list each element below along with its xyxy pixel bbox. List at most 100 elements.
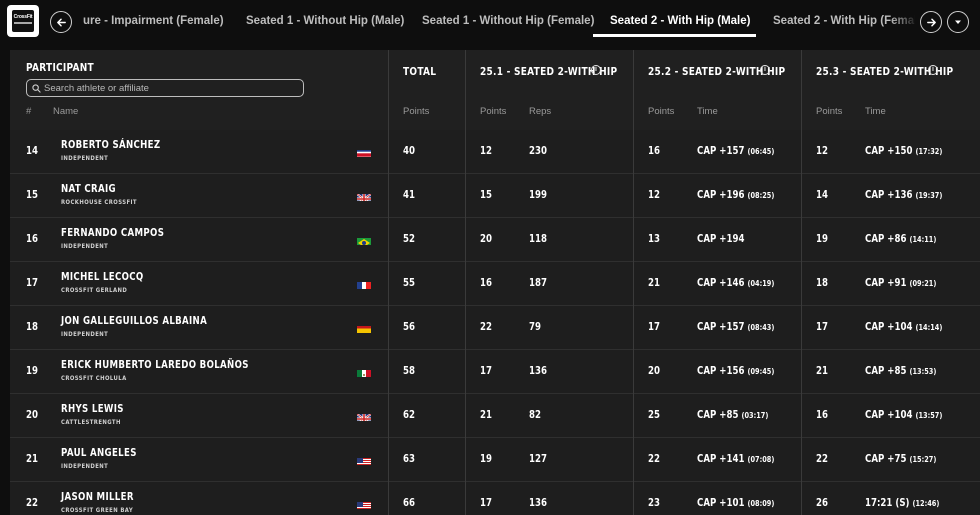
w1-reps-cell: 230 [529,145,547,157]
w2-time: (08:43) [747,323,775,332]
w1-points-cell: 21 [480,409,492,421]
table-row[interactable]: 17 MICHEL LECOCQ CROSSFIT GERLAND 55 16 … [10,262,980,306]
w1-reps-cell: 82 [529,409,541,421]
w3-time-subheader: Time [865,106,886,117]
division-tabs: ure - Impairment (Female) Seated 1 - Wit… [75,0,915,40]
tab-seated1-without-hip-female[interactable]: Seated 1 - Without Hip (Female) [422,15,594,27]
w2-points-cell: 16 [648,145,660,157]
info-icon[interactable]: i [760,65,770,75]
crossfit-logo[interactable]: CrossFit [7,5,39,37]
w3-result: CAP +104 [865,321,913,333]
athlete-name[interactable]: ERICK HUMBERTO LAREDO BOLAÑOS [61,359,290,371]
w3-points-cell: 21 [816,365,828,377]
affiliate-name: INDEPENDENT [61,330,109,338]
w2-time: (06:45) [747,147,775,156]
w3-points-subheader: Points [816,106,843,117]
w3-time: (13:57) [915,411,943,420]
table-row[interactable]: 15 NAT CRAIG ROCKHOUSE CROSSFIT 41 15 19… [10,174,980,218]
tab-seated1-without-hip-male[interactable]: Seated 1 - Without Hip (Male) [246,15,404,27]
search-input[interactable] [44,80,299,96]
w2-points-cell: 13 [648,233,660,245]
athlete-name[interactable]: ROBERTO SÁNCHEZ [61,139,182,151]
workout-25-1-header[interactable]: 25.1 - SEATED 2-WITH HIP [480,65,648,78]
info-icon[interactable]: i [591,65,601,75]
w2-time: (08:25) [747,191,775,200]
total-points-subheader: Points [403,106,430,117]
table-row[interactable]: 21 PAUL ANGELES INDEPENDENT 63 19 127 22… [10,438,980,482]
w1-points-cell: 20 [480,233,492,245]
w2-result: CAP +141 [697,453,745,465]
table-header: PARTICIPANT # Name TOTAL Points 25.1 - S… [10,50,980,130]
w2-result: CAP +194 [697,233,745,245]
athlete-name[interactable]: NAT CRAIG [61,183,128,195]
athlete-name[interactable]: JON GALLEGUILLOS ALBAINA [61,315,239,327]
rank-cell: 18 [26,321,38,333]
scroll-tabs-right-button[interactable] [920,11,942,33]
w1-reps-cell: 199 [529,189,547,201]
athlete-name[interactable]: RHYS LEWIS [61,403,138,415]
w2-result: CAP +156 [697,365,745,377]
w3-time: (19:37) [915,191,943,200]
w3-points-cell: 19 [816,233,828,245]
affiliate-name: CROSSFIT GERLAND [61,286,128,294]
table-row[interactable]: 19 ERICK HUMBERTO LAREDO BOLAÑOS CROSSFI… [10,350,980,394]
country-flag-icon [357,323,371,333]
table-row[interactable]: 22 JASON MILLER CROSSFIT GREEN BAY 66 17… [10,482,980,515]
rank-cell: 15 [26,189,38,201]
total-points-cell: 63 [403,453,415,465]
w2-result: CAP +196 [697,189,745,201]
w3-result: CAP +104 [865,409,913,421]
total-points-cell: 52 [403,233,415,245]
w1-points-cell: 16 [480,277,492,289]
scroll-tabs-left-button[interactable] [50,11,72,33]
info-icon[interactable]: i [928,65,938,75]
athlete-name[interactable]: JASON MILLER [61,491,150,503]
column-divider [388,50,389,515]
table-row[interactable]: 14 ROBERTO SÁNCHEZ INDEPENDENT 40 12 230… [10,130,980,174]
w1-reps-cell: 127 [529,453,547,465]
w2-time: (03:17) [741,411,769,420]
athlete-name[interactable]: PAUL ANGELES [61,447,153,459]
rank-cell: 19 [26,365,38,377]
division-menu-button[interactable] [947,11,969,33]
workout-25-3-header[interactable]: 25.3 - SEATED 2-WITH HIP [816,65,980,78]
rank-cell: 22 [26,497,38,509]
w1-points-subheader: Points [480,106,507,117]
athlete-search-box[interactable] [26,79,304,97]
total-header[interactable]: TOTAL [403,65,444,78]
athlete-name[interactable]: MICHEL LECOCQ [61,271,162,283]
w2-result: CAP +85 [697,409,739,421]
table-row[interactable]: 18 JON GALLEGUILLOS ALBAINA INDEPENDENT … [10,306,980,350]
table-row[interactable]: 20 RHYS LEWIS CATTLESTRENGTH 62 21 82 25… [10,394,980,438]
w3-time-cell: CAP +75 (15:27) [865,453,952,465]
w2-points-cell: 17 [648,321,660,333]
athlete-name[interactable]: FERNANDO CAMPOS [61,227,187,239]
w3-time-cell: CAP +104 (14:14) [865,321,959,333]
w2-time: (07:08) [747,455,775,464]
participant-header: PARTICIPANT [26,61,94,74]
w2-time-cell: CAP +146 (04:19) [697,277,791,289]
w2-time-cell: CAP +141 (07:08) [697,453,791,465]
tab-impairment-female[interactable]: ure - Impairment (Female) [83,15,224,27]
workout-25-2-header[interactable]: 25.2 - SEATED 2-WITH HIP [648,65,816,78]
table-row[interactable]: 16 FERNANDO CAMPOS INDEPENDENT 52 20 118… [10,218,980,262]
w3-time: (17:32) [915,147,943,156]
w3-time: (12:46) [912,499,940,508]
country-flag-icon [357,455,371,465]
name-column-header: Name [53,106,79,117]
w2-time: (04:19) [747,279,775,288]
total-points-cell: 41 [403,189,415,201]
w1-points-cell: 22 [480,321,492,333]
w2-time: (08:09) [747,499,775,508]
w1-points-cell: 19 [480,453,492,465]
country-flag-icon [357,147,371,157]
country-flag-icon [357,367,371,377]
w2-time-cell: CAP +157 (06:45) [697,145,791,157]
country-flag-icon [357,411,371,421]
w2-result: CAP +146 [697,277,745,289]
w2-points-cell: 12 [648,189,660,201]
w1-reps-cell: 187 [529,277,547,289]
tab-seated2-with-hip-male[interactable]: Seated 2 - With Hip (Male) [610,15,750,27]
w3-points-cell: 18 [816,277,828,289]
w3-time: (09:21) [909,279,937,288]
